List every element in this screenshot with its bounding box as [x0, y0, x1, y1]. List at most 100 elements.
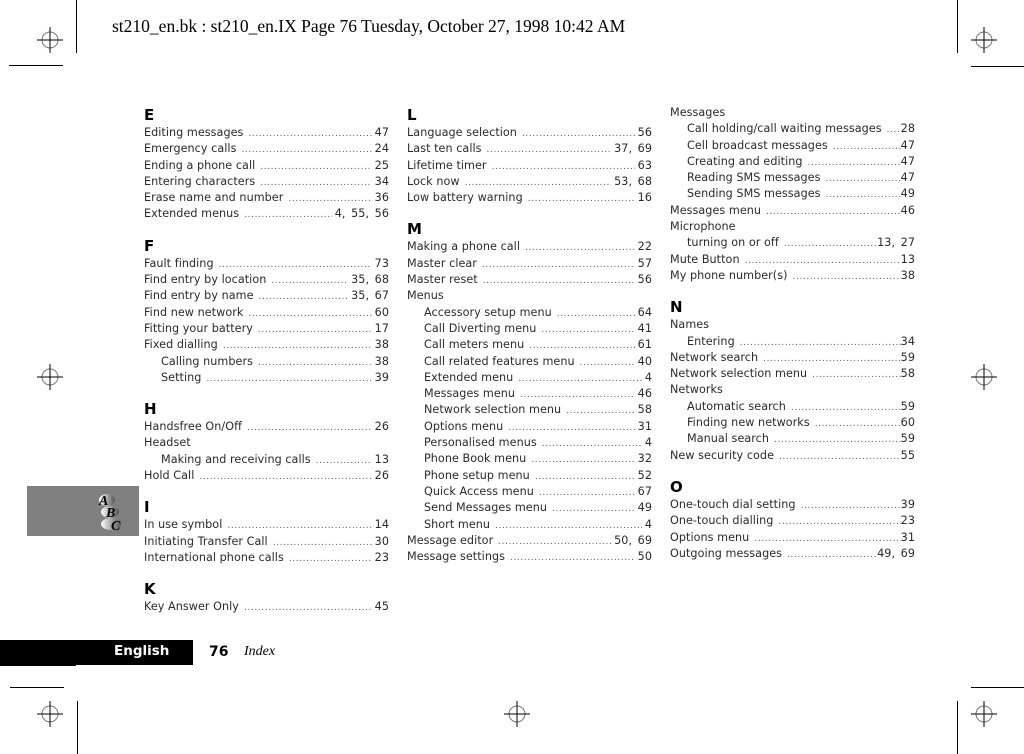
- entry-label: Messages menu: [424, 387, 516, 401]
- index-subentry: turning on or off 13, 27: [670, 235, 915, 251]
- leader-dots: [227, 518, 371, 534]
- leader-dots: [754, 531, 900, 547]
- leader-dots: [525, 240, 635, 256]
- leader-dots: [247, 420, 372, 436]
- section-heading: N: [670, 298, 683, 317]
- leader-dots: [288, 191, 371, 207]
- entry-pages: 63: [637, 158, 652, 172]
- leader-dots: [487, 142, 612, 158]
- leader-dots: [219, 257, 372, 273]
- entry-label: Extended menus: [144, 207, 240, 221]
- leader-dots: [528, 191, 635, 207]
- leader-dots: [529, 338, 634, 354]
- entry-pages: 35, 68: [351, 273, 389, 287]
- leader-dots: [745, 253, 901, 269]
- index-subentry: Making and receiving calls 13: [144, 452, 389, 468]
- entry-label: Fault finding: [144, 256, 214, 270]
- entry-label: Last ten calls: [407, 142, 482, 156]
- index-entry: Fault finding 73: [144, 256, 389, 272]
- entry-pages: 45: [374, 600, 389, 614]
- index-entry: Fitting your battery 17: [144, 321, 389, 337]
- leader-dots: [808, 155, 901, 171]
- leader-dots: [812, 367, 900, 383]
- index-entry: Network selection menu 58: [670, 366, 915, 382]
- entry-label: Fitting your battery: [144, 321, 253, 335]
- index-subentry: Send Messages menu 49: [407, 500, 652, 516]
- leader-dots: [826, 187, 901, 203]
- entry-label: Network selection menu: [670, 367, 808, 381]
- leader-dots: [258, 322, 372, 338]
- entry-label: Master clear: [407, 256, 477, 270]
- section-heading: K: [144, 580, 156, 599]
- index-entry: Fixed dialling 38: [144, 337, 389, 353]
- index-subentry: Short menu 4: [407, 517, 652, 533]
- entry-label: Creating and editing: [687, 154, 803, 168]
- index-subentry: Finding new networks 60: [670, 415, 915, 431]
- section-heading: F: [144, 236, 155, 255]
- entry-label: Cell broadcast messages: [687, 138, 828, 152]
- entry-pages: 39: [900, 497, 915, 511]
- entry-label: Short menu: [424, 517, 491, 531]
- entry-label: Call holding/call waiting messages: [687, 122, 882, 136]
- entry-pages: 41: [637, 321, 652, 335]
- index-entry: Outgoing messages 49, 69: [670, 546, 915, 562]
- index-subentry: Calling numbers 38: [144, 354, 389, 370]
- index-entry: Last ten calls 37, 69: [407, 141, 652, 157]
- entry-label: Names: [670, 318, 710, 332]
- index-column-2: L Language selection 56 Last ten calls 37, 6…: [407, 106, 652, 565]
- entry-pages: 30: [374, 534, 389, 548]
- leader-dots: [495, 518, 642, 534]
- index-entry: Message editor 50, 69: [407, 533, 652, 549]
- entry-pages: 60: [900, 416, 915, 430]
- entry-pages: 31: [637, 419, 652, 433]
- leader-dots: [774, 432, 901, 448]
- entry-label: Microphone: [670, 220, 736, 234]
- leader-dots: [833, 139, 901, 155]
- entry-pages: 59: [900, 350, 915, 364]
- index-subentry: Call Diverting menu 41: [407, 321, 652, 337]
- entry-pages: 60: [374, 305, 389, 319]
- entry-label: Entering: [687, 334, 735, 348]
- entry-pages: 47: [374, 126, 389, 139]
- entry-pages: 73: [374, 256, 389, 270]
- entry-label: Fixed dialling: [144, 338, 218, 352]
- entry-label: Lock now: [407, 174, 460, 188]
- entry-label: My phone number(s): [670, 268, 788, 282]
- entry-label: Low battery warning: [407, 191, 523, 205]
- entry-pages: 47: [900, 154, 915, 168]
- entry-label: Options menu: [424, 419, 504, 433]
- registration-mark-icon: [971, 364, 997, 390]
- entry-label: Menus: [407, 289, 444, 303]
- entry-label: Sending SMS messages: [687, 187, 821, 201]
- entry-label: Key Answer Only: [144, 600, 239, 614]
- entry-label: Reading SMS messages: [687, 171, 821, 185]
- leader-dots: [508, 420, 634, 436]
- entry-pages: 31: [900, 530, 915, 544]
- index-entry: New security code 55: [670, 448, 915, 464]
- entry-label: Making and receiving calls: [161, 452, 311, 466]
- entry-label: Send Messages menu: [424, 501, 548, 515]
- leader-dots: [566, 403, 634, 419]
- index-entry: Find new network 60: [144, 305, 389, 321]
- registration-mark-icon: [37, 364, 63, 390]
- entry-label: Handsfree On/Off: [144, 420, 243, 434]
- index-entry: Lock now 53, 68: [407, 174, 652, 190]
- entry-label: Mute Button: [670, 252, 740, 266]
- entry-label: Making a phone call: [407, 240, 520, 254]
- entry-pages: 49, 69: [877, 546, 915, 560]
- registration-mark-icon: [971, 27, 997, 53]
- leader-dots: [784, 236, 877, 252]
- index-subentry: Phone setup menu 52: [407, 468, 652, 484]
- index-entry: One-touch dialling 23: [670, 513, 915, 529]
- footer-rule: [0, 665, 76, 666]
- leader-dots: [248, 126, 371, 142]
- entry-label: Entering characters: [144, 174, 256, 188]
- entry-pages: 17: [374, 321, 389, 335]
- entry-label: Messages: [670, 106, 726, 119]
- entry-label: One-touch dialling: [670, 514, 774, 528]
- registration-mark-icon: [971, 701, 997, 727]
- entry-pages: 46: [900, 203, 915, 217]
- section-title: Index: [244, 644, 276, 659]
- index-subentry: Automatic search 59: [670, 399, 915, 415]
- leader-dots: [316, 453, 372, 469]
